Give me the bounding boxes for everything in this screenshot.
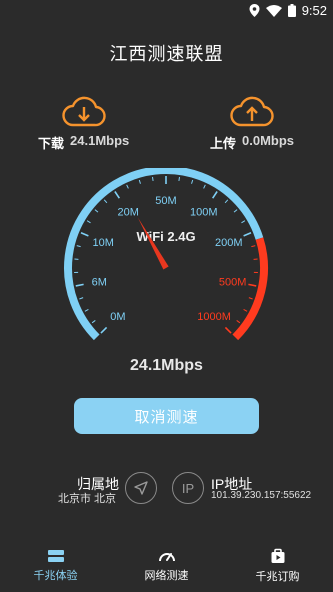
- gauge-tick: [212, 191, 218, 199]
- gauge-tick: [251, 245, 256, 248]
- nav-label-speed-test: 网络测速: [144, 570, 189, 582]
- gauge-tick: [75, 283, 84, 287]
- location-value: 北京市 北京: [58, 493, 117, 505]
- cancel-test-button[interactable]: 取消测速: [74, 398, 259, 434]
- gauge-tick: [243, 232, 252, 237]
- gauge-tick: [233, 209, 238, 213]
- result-speed: 24.1Mbps: [130, 357, 203, 374]
- gauge-tick: [76, 245, 81, 248]
- status-bar: 9:52: [0, 0, 333, 24]
- gauge-tick: [203, 184, 206, 189]
- nav-label-gigabit-order: 千兆订购: [255, 571, 300, 583]
- gauge-tick-label: 6M: [92, 276, 107, 288]
- ip-badge: IP: [181, 480, 195, 496]
- upload-block: 上传 0.0Mbps: [210, 95, 294, 152]
- battery-icon: [287, 4, 296, 17]
- location-arrow-icon: [125, 472, 157, 504]
- gauge-tick: [94, 209, 99, 213]
- upload-value: 0.0Mbps: [242, 133, 295, 148]
- nav-item-gigabit-experience[interactable]: 千兆体验: [0, 540, 111, 592]
- gauge-tick: [114, 191, 120, 199]
- gauge-tick: [86, 220, 91, 224]
- upload-label: 上传: [210, 136, 237, 151]
- gauge-tick: [84, 309, 89, 312]
- gauge-tick: [100, 326, 108, 334]
- download-value: 24.1Mbps: [70, 133, 130, 148]
- download-block: 下载 24.1Mbps: [38, 95, 129, 152]
- speed-gauge: 0M6M10M20M50M100M200M500M1000M WiFi 2.4G: [64, 168, 268, 341]
- gauge-tick: [138, 179, 141, 184]
- gauge-tick: [248, 297, 253, 300]
- gauge-tick: [236, 320, 241, 324]
- ip-icon: IP: [172, 472, 204, 504]
- speedometer-icon: [158, 553, 175, 562]
- gauge-tick-label: 10M: [92, 237, 113, 249]
- gauge-tick: [224, 199, 229, 204]
- gauge-tick: [191, 179, 194, 184]
- shopping-bag-icon: [271, 548, 284, 563]
- location-icon: [249, 4, 260, 17]
- gauge-tick-label: 50M: [155, 195, 176, 207]
- gauge-tick: [248, 283, 257, 287]
- nav-item-gigabit-order[interactable]: 千兆订购: [222, 540, 333, 592]
- gauge-tick: [152, 176, 154, 182]
- app-title: 江西测速联盟: [109, 44, 224, 64]
- list-icon: [47, 550, 64, 562]
- gauge-tick-label: 200M: [215, 237, 243, 249]
- nav-label-gigabit-experience: 千兆体验: [33, 570, 78, 582]
- ip-value: 101.39.230.157:55622: [211, 490, 312, 501]
- gauge-tick: [243, 309, 248, 312]
- gauge-tick-label: 500M: [219, 276, 247, 288]
- gauge-tick: [91, 320, 96, 324]
- gauge-tick-label: 100M: [190, 206, 218, 218]
- gauge-tick: [178, 176, 180, 182]
- cloud-upload-icon: [230, 96, 274, 127]
- status-icons: 9:52: [249, 3, 327, 18]
- gauge-tick: [241, 220, 246, 224]
- gauge-tick-label: 20M: [118, 206, 139, 218]
- download-label: 下载: [38, 136, 65, 151]
- gauge-tick: [103, 199, 108, 204]
- wifi-icon: [265, 4, 282, 17]
- gauge-tick: [126, 184, 129, 189]
- gauge-tick-label: 1000M: [197, 311, 231, 323]
- status-time: 9:52: [301, 3, 327, 18]
- cloud-download-icon: [61, 96, 106, 127]
- gauge-tick-label: 0M: [110, 311, 125, 323]
- bottom-nav: 千兆体验 网络测速 千兆订购: [0, 540, 333, 592]
- gauge-tick: [80, 232, 89, 237]
- nav-item-speed-test[interactable]: 网络测速: [111, 540, 222, 592]
- gauge-tick: [224, 326, 232, 334]
- gauge-tick: [79, 297, 84, 300]
